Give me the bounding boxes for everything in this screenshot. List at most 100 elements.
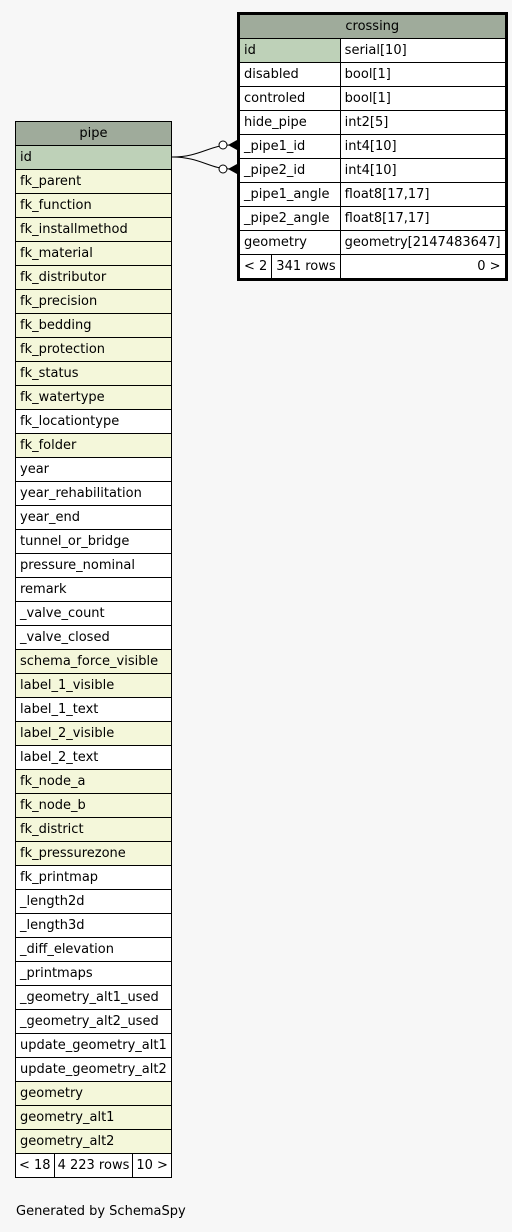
pipe-column-row[interactable]: fk_parent [15,169,172,194]
crossing-column-type: int2[5] [339,110,507,135]
crossing-column-row[interactable]: _pipe1_id int4[10] [238,134,507,159]
pipe-column-row[interactable]: fk_district [15,817,172,842]
pipe-column-row[interactable]: pressure_nominal [15,553,172,578]
crossing-column-type: int4[10] [339,158,507,183]
crossing-column-row[interactable]: geometry geometry[2147483647] [238,230,507,255]
pipe-column-name: _geometry_alt1_used [15,985,172,1010]
pipe-column-row[interactable]: fk_watertype [15,385,172,410]
crossing-column-type: bool[1] [339,62,507,87]
pipe-table[interactable]: pipe id fk_parent fk_function fk_installmet… [15,121,172,1178]
pipe-column-row[interactable]: remark [15,577,172,602]
pipe-column-name: fk_installmethod [15,217,172,242]
pipe-column-name: label_2_visible [15,721,172,746]
pipe-column-name: fk_printmap [15,865,172,890]
crossing-table[interactable]: crossing id serial[10] disabled bool[1] cont… [237,12,508,281]
crossing-table-footer: < 2 341 rows 0 > [238,254,507,280]
pipe-column-row[interactable]: label_1_visible [15,673,172,698]
zero-cardinality-icon [218,164,228,174]
pipe-column-name: update_geometry_alt2 [15,1057,172,1082]
pipe-column-name: fk_status [15,361,172,386]
pipe-column-name: update_geometry_alt1 [15,1033,172,1058]
pipe-column-row[interactable]: fk_installmethod [15,217,172,242]
crossing-column-row[interactable]: _pipe1_angle float8[17,17] [238,182,507,207]
pipe-table-title[interactable]: pipe [15,121,172,146]
pipe-column-row[interactable]: fk_material [15,241,172,266]
pipe-column-name: fk_distributor [15,265,172,290]
pipe-column-name: geometry_alt2 [15,1129,172,1154]
pipe-column-row[interactable]: id [15,145,172,170]
pipe-column-name: _valve_closed [15,625,172,650]
crossing-column-row[interactable]: hide_pipe int2[5] [238,110,507,135]
pipe-column-name: pressure_nominal [15,553,172,578]
pipe-column-name: fk_node_b [15,793,172,818]
pipe-column-name: year_end [15,505,172,530]
pipe-column-row[interactable]: label_2_visible [15,721,172,746]
pipe-column-row[interactable]: label_1_text [15,697,172,722]
pipe-column-row[interactable]: geometry_alt2 [15,1129,172,1154]
pipe-column-name: _diff_elevation [15,937,172,962]
pipe-column-row[interactable]: year_end [15,505,172,530]
pipe-column-row[interactable]: fk_node_a [15,769,172,794]
crossing-column-type: float8[17,17] [339,182,507,207]
pipe-parents-link[interactable]: < 18 [15,1153,55,1178]
crowfoot-icon [228,140,237,150]
crossing-footer-left: < 2 341 rows [238,254,341,280]
pipe-column-row[interactable]: fk_protection [15,337,172,362]
pipe-column-name: year [15,457,172,482]
pipe-column-row[interactable]: _diff_elevation [15,937,172,962]
pipe-column-row[interactable]: _geometry_alt1_used [15,985,172,1010]
pipe-column-row[interactable]: _geometry_alt2_used [15,1009,172,1034]
crossing-column-type: float8[17,17] [339,206,507,231]
pipe-column-row[interactable]: year [15,457,172,482]
pipe-column-name: label_2_text [15,745,172,770]
pipe-column-row[interactable]: fk_node_b [15,793,172,818]
pipe-column-row[interactable]: fk_folder [15,433,172,458]
pipe-column-name: fk_material [15,241,172,266]
pipe-column-name: id [15,145,172,170]
pipe-column-row[interactable]: fk_precision [15,289,172,314]
pipe-column-name: remark [15,577,172,602]
pipe-column-name: geometry [15,1081,172,1106]
pipe-column-row[interactable]: _valve_count [15,601,172,626]
pipe-column-row[interactable]: update_geometry_alt1 [15,1033,172,1058]
pipe-column-row[interactable]: label_2_text [15,745,172,770]
crossing-column-name: _pipe1_angle [238,182,341,207]
pipe-column-name: fk_parent [15,169,172,194]
pipe-column-row[interactable]: fk_printmap [15,865,172,890]
pipe-column-row[interactable]: fk_bedding [15,313,172,338]
pipe-column-row[interactable]: tunnel_or_bridge [15,529,172,554]
pipe-column-row[interactable]: fk_locationtype [15,409,172,434]
pipe-column-name: _valve_count [15,601,172,626]
crossing-column-row[interactable]: _pipe2_angle float8[17,17] [238,206,507,231]
generated-by-label: Generated by SchemaSpy [16,1204,186,1219]
pipe-column-row[interactable]: update_geometry_alt2 [15,1057,172,1082]
pipe-column-row[interactable]: fk_status [15,361,172,386]
pipe-column-row[interactable]: year_rehabilitation [15,481,172,506]
pipe-column-name: fk_locationtype [15,409,172,434]
pipe-column-row[interactable]: fk_pressurezone [15,841,172,866]
crossing-column-name: _pipe2_id [238,158,341,183]
crossing-table-title[interactable]: crossing [238,13,507,39]
pipe-column-row[interactable]: fk_distributor [15,265,172,290]
pipe-column-row[interactable]: geometry [15,1081,172,1106]
crossing-column-row[interactable]: disabled bool[1] [238,62,507,87]
pipe-column-row[interactable]: _length2d [15,889,172,914]
pipe-column-name: fk_pressurezone [15,841,172,866]
pipe-column-row[interactable]: _valve_closed [15,625,172,650]
pipe-column-row[interactable]: geometry_alt1 [15,1105,172,1130]
pipe-children-link[interactable]: 10 > [132,1153,172,1178]
pipe-column-name: fk_folder [15,433,172,458]
pipe-column-name: tunnel_or_bridge [15,529,172,554]
pipe-column-row[interactable]: _printmaps [15,961,172,986]
crossing-parents-link[interactable]: < 2 [240,255,273,278]
crossing-children-link[interactable]: 0 > [339,254,507,280]
crossing-column-name: _pipe1_id [238,134,341,159]
pipe-column-row[interactable]: schema_force_visible [15,649,172,674]
crossing-column-row[interactable]: controled bool[1] [238,86,507,111]
crossing-column-row[interactable]: _pipe2_id int4[10] [238,158,507,183]
pipe-column-name: fk_function [15,193,172,218]
pipe-column-row[interactable]: _length3d [15,913,172,938]
pipe-column-row[interactable]: fk_function [15,193,172,218]
crossing-column-row[interactable]: id serial[10] [238,38,507,63]
crossing-column-type: serial[10] [339,38,507,63]
